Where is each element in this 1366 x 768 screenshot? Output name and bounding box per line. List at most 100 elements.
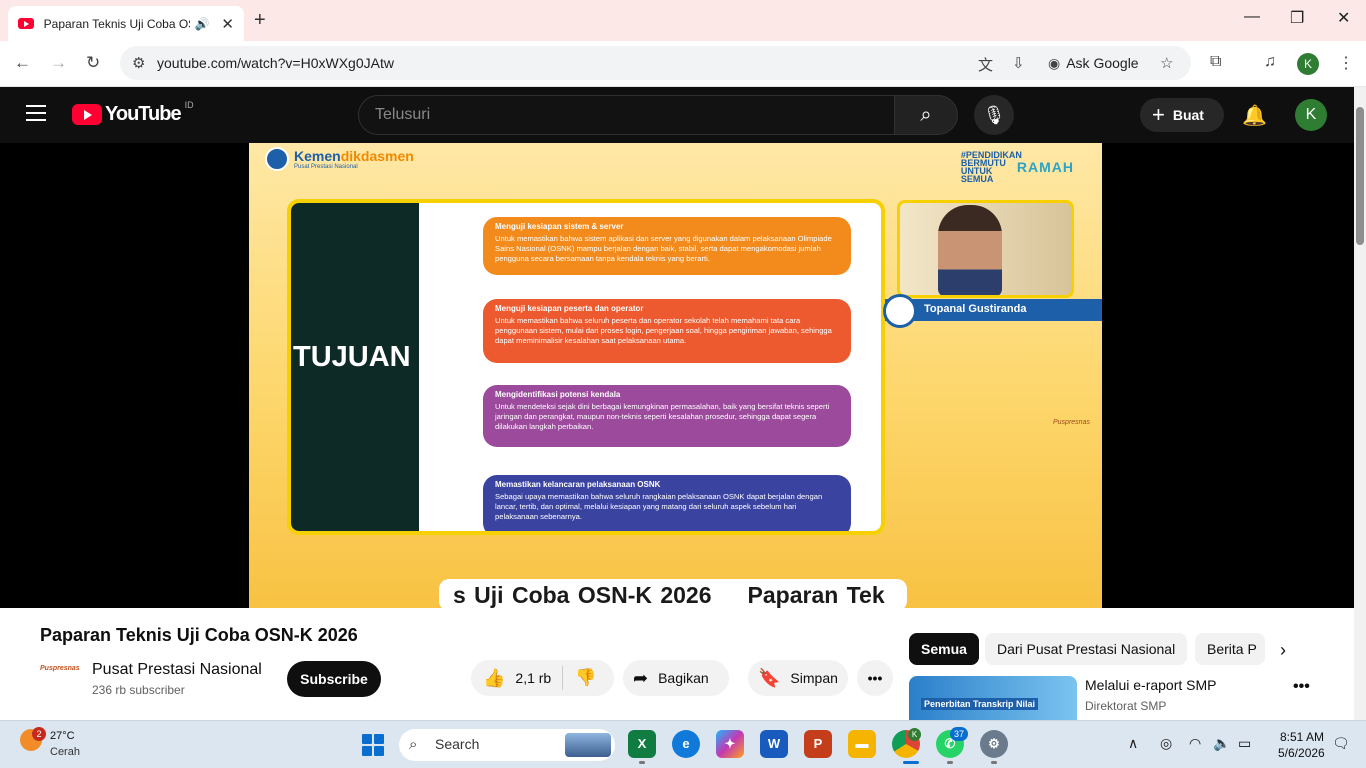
- ticker-text-a: s Uji Coba OSN-K 2026: [453, 582, 712, 608]
- back-button[interactable]: ←: [14, 53, 31, 73]
- taskbar-search[interactable]: ⌕ Search: [399, 729, 615, 761]
- close-tab-icon[interactable]: ✕: [221, 15, 234, 33]
- restore-button[interactable]: ❐: [1290, 8, 1304, 28]
- brand-part-a: Kemen: [294, 148, 341, 164]
- related-video-title[interactable]: Melalui e-raport SMP: [1085, 677, 1217, 693]
- volume-icon[interactable]: 🔈: [1213, 735, 1230, 752]
- site-info-icon[interactable]: ⚙: [132, 54, 145, 72]
- weather-temperature: 27°C: [50, 730, 75, 742]
- bookmark-icon: 🔖: [758, 667, 781, 688]
- presentation-slide: TUJUAN Menguji kesiapan sistem & server …: [287, 199, 885, 535]
- forward-button[interactable]: →: [50, 53, 67, 73]
- related-video-channel[interactable]: Direktorat SMP: [1085, 699, 1166, 713]
- goal-card-body: Sebagai upaya memastikan bahwa seluruh r…: [495, 492, 823, 521]
- channel-avatar[interactable]: Puspresnas: [40, 665, 80, 689]
- browser-toolbar: ← → ↻ ⚙ youtube.com/watch?v=H0xWXg0JAtw …: [0, 41, 1366, 87]
- notification-center-icon[interactable]: 🗨: [1332, 735, 1350, 752]
- goal-card-1: Menguji kesiapan sistem & server Untuk m…: [483, 217, 851, 275]
- browser-tab-strip: Paparan Teknis Uji Coba OSN 🔊 ✕ + — ❐ ✕: [0, 0, 1366, 41]
- settings-icon[interactable]: ⚙: [980, 730, 1008, 758]
- bookmark-star-icon[interactable]: ☆: [1160, 54, 1173, 72]
- battery-icon[interactable]: ▭: [1238, 735, 1251, 752]
- install-icon[interactable]: ⇩: [1012, 54, 1025, 72]
- excel-icon[interactable]: X: [628, 730, 656, 758]
- wifi-icon[interactable]: ◠: [1189, 735, 1201, 752]
- ask-google-label: Ask Google: [1066, 55, 1139, 71]
- address-bar[interactable]: ⚙ youtube.com/watch?v=H0xWXg0JAtw 文 ⇩ ◉ …: [120, 46, 1191, 80]
- edge-icon[interactable]: e: [672, 730, 700, 758]
- dislike-button[interactable]: 👎: [563, 668, 596, 688]
- copilot-icon[interactable]: ✦: [716, 730, 744, 758]
- weather-widget[interactable]: 2: [20, 727, 46, 751]
- tab-title: Paparan Teknis Uji Coba OSN: [43, 16, 191, 31]
- system-clock[interactable]: 8:51 AM 5/6/2026: [1278, 729, 1325, 761]
- goal-card-3: Mengidentifikasi potensi kendala Untuk m…: [483, 385, 851, 447]
- like-dislike-group: 👍 2,1 rb 👎: [471, 660, 614, 696]
- brand-part-b: dikdasmen: [340, 148, 414, 164]
- chip-all[interactable]: Semua: [909, 633, 979, 665]
- related-more-icon[interactable]: •••: [1293, 678, 1310, 696]
- translate-icon[interactable]: 文: [978, 54, 993, 75]
- chip-news[interactable]: Berita P: [1195, 633, 1265, 665]
- search-icon: ⌕: [920, 104, 932, 126]
- excel-open-indicator: [639, 761, 645, 764]
- more-actions-button[interactable]: •••: [857, 660, 893, 696]
- channel-watermark[interactable]: Puspresnas: [1053, 419, 1090, 426]
- goal-card-title: Mengidentifikasi potensi kendala: [495, 390, 621, 399]
- goal-card-body: Untuk memastikan bahwa seluruh peserta d…: [495, 316, 832, 345]
- create-label: Buat: [1172, 107, 1204, 123]
- close-window-button[interactable]: ✕: [1337, 8, 1350, 28]
- account-avatar[interactable]: K: [1295, 99, 1327, 131]
- create-button[interactable]: + Buat: [1140, 98, 1224, 132]
- youtube-logo[interactable]: YouTube ID: [72, 99, 194, 126]
- like-count: 2,1 rb: [515, 670, 552, 686]
- new-tab-button[interactable]: +: [254, 9, 266, 32]
- weather-condition: Cerah: [50, 746, 80, 758]
- emblem-icon: [883, 294, 917, 328]
- reload-button[interactable]: ↻: [86, 53, 100, 73]
- minimize-button[interactable]: —: [1244, 8, 1260, 26]
- chevron-right-icon[interactable]: ›: [1280, 640, 1286, 661]
- browser-tab[interactable]: Paparan Teknis Uji Coba OSN 🔊 ✕: [8, 6, 244, 41]
- scrollbar-thumb[interactable]: [1356, 107, 1364, 245]
- subscribe-button[interactable]: Subscribe: [287, 661, 381, 697]
- chip-from-channel[interactable]: Dari Pusat Prestasi Nasional: [985, 633, 1188, 665]
- word-icon[interactable]: W: [760, 730, 788, 758]
- share-label: Bagikan: [658, 670, 709, 686]
- search-button[interactable]: ⌕: [894, 95, 958, 135]
- save-button[interactable]: 🔖 Simpan: [748, 660, 848, 696]
- voice-search-button[interactable]: 🎙: [974, 95, 1014, 135]
- chrome-menu-icon[interactable]: ⋮: [1338, 53, 1354, 73]
- channel-name[interactable]: Pusat Prestasi Nasional: [92, 661, 262, 679]
- speaker-icon[interactable]: 🔊: [194, 17, 209, 31]
- speaker-webcam: [897, 200, 1074, 298]
- url-text[interactable]: youtube.com/watch?v=H0xWXg0JAtw: [157, 55, 394, 71]
- ticker-text-b: Paparan Tek: [747, 582, 885, 608]
- location-icon[interactable]: ◎: [1160, 735, 1172, 752]
- goal-card-body: Untuk memastikan bahwa sistem aplikasi d…: [495, 234, 832, 263]
- search-input[interactable]: Telusuri: [358, 95, 895, 135]
- like-button[interactable]: 👍 2,1 rb: [471, 666, 563, 690]
- search-icon: ⌕: [409, 736, 418, 753]
- related-video-thumbnail[interactable]: Penerbitan Transkrip Nilai: [909, 676, 1077, 720]
- tut-wuri-emblem-icon: [265, 147, 289, 171]
- media-control-icon[interactable]: ♫: [1264, 53, 1276, 71]
- profile-avatar[interactable]: K: [1297, 53, 1319, 75]
- ask-google-button[interactable]: ◉ Ask Google: [1048, 51, 1139, 75]
- tab-search-icon[interactable]: ⧉: [1210, 53, 1221, 71]
- hamburger-menu-icon[interactable]: [26, 105, 46, 121]
- file-explorer-icon[interactable]: ▬: [848, 730, 876, 758]
- subscriber-count: 236 rb subscriber: [92, 683, 185, 697]
- powerpoint-icon[interactable]: P: [804, 730, 832, 758]
- start-button[interactable]: [362, 734, 384, 756]
- notifications-bell-icon[interactable]: 🔔: [1242, 103, 1267, 128]
- microphone-icon: 🎙: [982, 105, 1006, 125]
- thumbnail-text: Penerbitan Transkrip Nilai: [921, 698, 1039, 710]
- thumbs-up-icon: 👍: [483, 667, 506, 688]
- kemendikdasmen-logo: Kemendikdasmen Pusat Prestasi Nasional: [265, 147, 414, 171]
- share-button[interactable]: ➦ Bagikan: [623, 660, 729, 696]
- country-code: ID: [184, 99, 194, 110]
- clock-date: 5/6/2026: [1278, 746, 1325, 760]
- show-hidden-icons-chevron-icon[interactable]: ∧: [1128, 735, 1138, 752]
- video-frame[interactable]: Kemendikdasmen Pusat Prestasi Nasional #…: [249, 143, 1102, 608]
